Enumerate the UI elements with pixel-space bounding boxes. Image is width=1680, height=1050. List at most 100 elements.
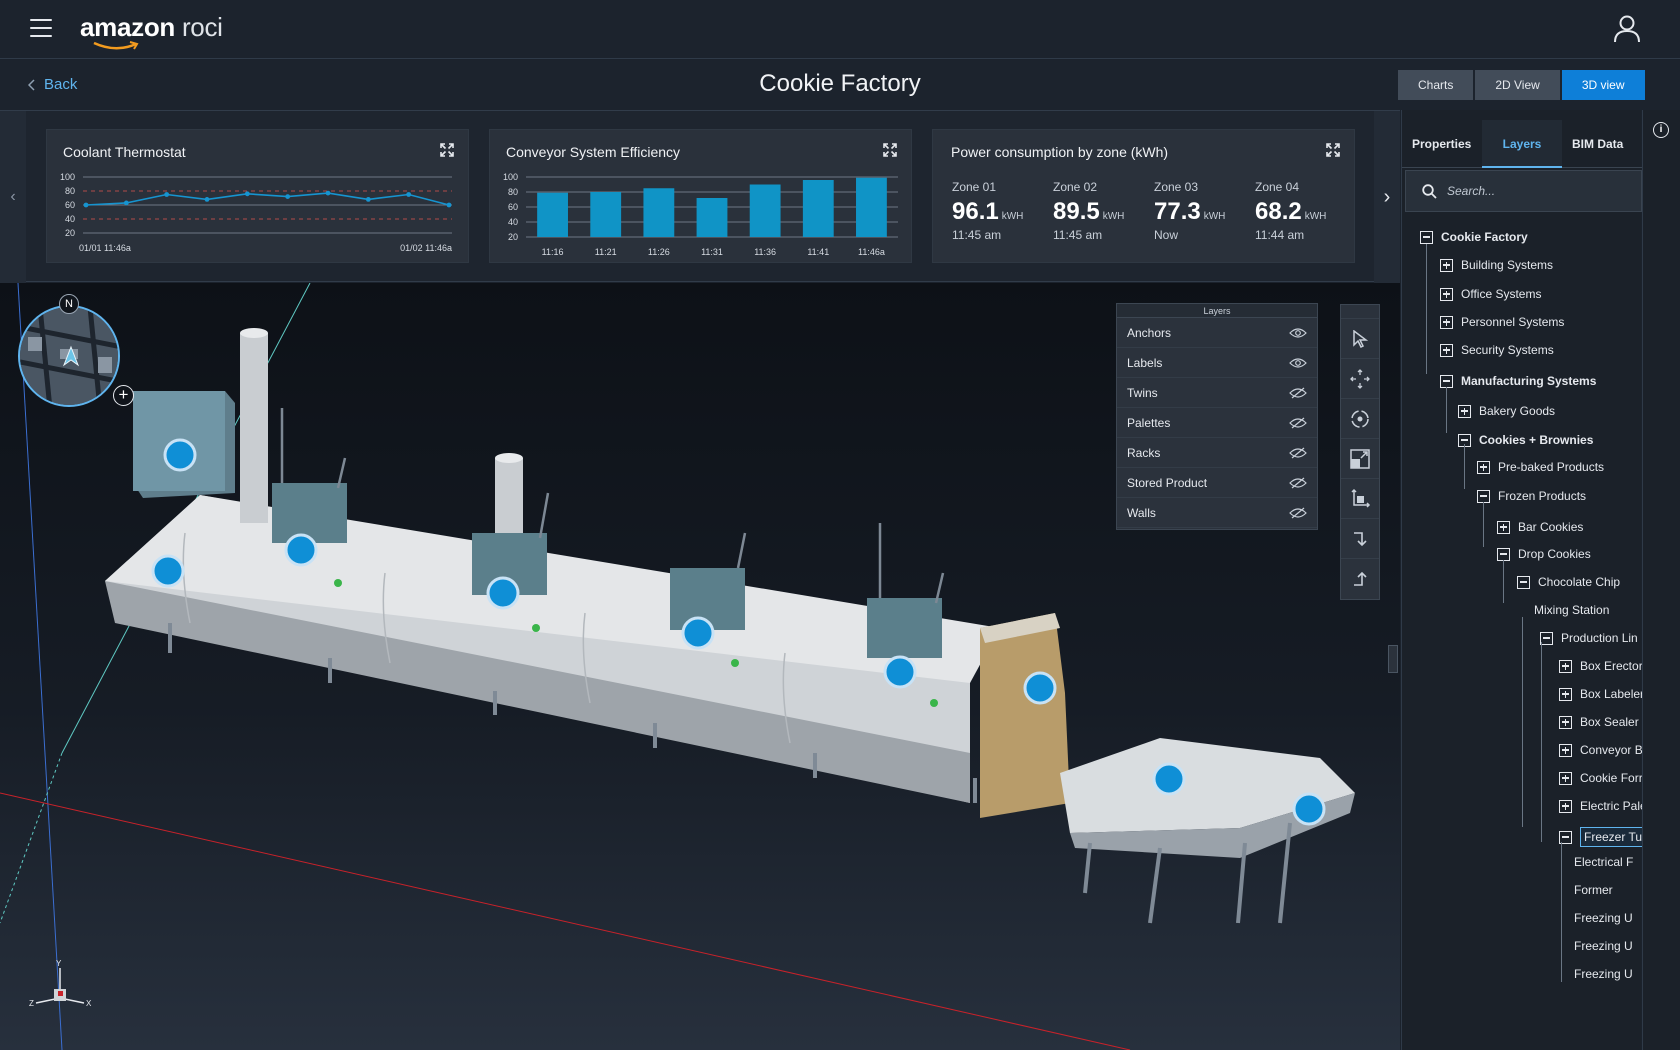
expand-plus-icon[interactable] xyxy=(1559,743,1572,757)
tree-item[interactable]: Conveyor B xyxy=(1559,743,1642,757)
layer-label: Twins xyxy=(1127,385,1158,400)
zoom-in-button[interactable]: + xyxy=(113,385,134,406)
tab-charts[interactable]: Charts xyxy=(1398,70,1474,100)
axis-y-label: Y xyxy=(56,959,62,968)
pan-tool[interactable] xyxy=(1341,359,1379,399)
eye-off-icon[interactable] xyxy=(1289,387,1307,399)
step-down-tool[interactable] xyxy=(1341,519,1379,559)
tab-properties[interactable]: Properties xyxy=(1402,120,1482,168)
step-up-tool[interactable] xyxy=(1341,559,1379,599)
tree-item[interactable]: Box Sealer xyxy=(1559,715,1639,729)
tree-item[interactable]: Bakery Goods xyxy=(1458,404,1555,418)
tree-item[interactable]: Building Systems xyxy=(1440,258,1553,272)
tab-bim-data[interactable]: BIM Data xyxy=(1562,120,1642,168)
tree-item[interactable]: Chocolate Chip xyxy=(1517,575,1620,589)
tree-guide-line xyxy=(1446,387,1447,433)
collapse-minus-icon[interactable] xyxy=(1440,374,1453,388)
tree-item[interactable]: Box Labeler xyxy=(1559,687,1642,701)
collapse-minus-icon[interactable] xyxy=(1497,547,1510,561)
expand-plus-icon[interactable] xyxy=(1559,687,1572,701)
axis-gizmo xyxy=(35,968,85,1004)
panel-resize-handle[interactable] xyxy=(1388,645,1398,673)
x-end-label: 01/02 11:46a xyxy=(400,243,452,253)
tree-item[interactable]: Cookie Factory xyxy=(1420,230,1528,244)
tree-item[interactable]: Freezing U xyxy=(1574,911,1633,925)
tree-item[interactable]: Frozen Products xyxy=(1477,489,1586,503)
layer-row: Palettes xyxy=(1117,408,1317,438)
info-icon[interactable]: i xyxy=(1653,122,1669,138)
tree-item[interactable]: Former xyxy=(1574,883,1613,897)
select-tool[interactable] xyxy=(1341,319,1379,359)
search-input[interactable] xyxy=(1447,184,1627,198)
eye-off-icon[interactable] xyxy=(1289,477,1307,489)
hamburger-menu-icon[interactable] xyxy=(30,19,52,37)
data-point xyxy=(204,197,210,202)
fit-view-tool[interactable] xyxy=(1341,439,1379,479)
tree-item[interactable]: Pre-baked Products xyxy=(1477,460,1604,474)
zone-unit: kWH xyxy=(1001,211,1024,222)
cursor-arrow-icon xyxy=(1353,329,1368,348)
expand-plus-icon[interactable] xyxy=(1497,520,1510,534)
eye-icon[interactable] xyxy=(1289,327,1307,339)
pan-arrows-icon xyxy=(1350,368,1370,389)
minimap[interactable] xyxy=(18,305,120,407)
collapse-minus-icon[interactable] xyxy=(1477,489,1490,503)
tree-item[interactable]: Freezer Tun xyxy=(1559,827,1642,847)
tree-item[interactable]: Personnel Systems xyxy=(1440,315,1564,329)
tab-layers[interactable]: Layers xyxy=(1482,120,1562,168)
expand-plus-icon[interactable] xyxy=(1440,315,1453,329)
expand-plus-icon[interactable] xyxy=(1458,404,1471,418)
tree-item-label: Conveyor B xyxy=(1580,743,1642,757)
expand-plus-icon[interactable] xyxy=(1559,659,1572,673)
eye-icon[interactable] xyxy=(1289,357,1307,369)
expand-plus-icon[interactable] xyxy=(1559,771,1572,785)
expand-plus-icon[interactable] xyxy=(1477,460,1490,474)
zone-value-number: 89.5 xyxy=(1053,198,1100,225)
tree-item[interactable]: Box Erector xyxy=(1559,659,1642,673)
tree-item[interactable]: Office Systems xyxy=(1440,287,1541,301)
y-tick-label: 80 xyxy=(508,187,518,197)
orbit-tool[interactable] xyxy=(1341,399,1379,439)
expand-icon[interactable] xyxy=(1326,143,1340,157)
transform-tool[interactable] xyxy=(1341,479,1379,519)
expand-plus-icon[interactable] xyxy=(1440,258,1453,272)
tree-item[interactable]: Manufacturing Systems xyxy=(1440,374,1596,388)
tree-item[interactable]: Security Systems xyxy=(1440,343,1554,357)
eye-off-icon[interactable] xyxy=(1289,447,1307,459)
expand-plus-icon[interactable] xyxy=(1440,287,1453,301)
tree-item[interactable]: Electric Pale xyxy=(1559,799,1642,813)
tree-item[interactable]: Freezing U xyxy=(1574,939,1633,953)
zone-value-number: 96.1 xyxy=(952,198,999,225)
collapse-minus-icon[interactable] xyxy=(1517,575,1530,589)
expand-plus-icon[interactable] xyxy=(1440,343,1453,357)
tree-item[interactable]: Drop Cookies xyxy=(1497,547,1591,561)
collapse-minus-icon[interactable] xyxy=(1420,230,1433,244)
tree-item[interactable]: Mixing Station xyxy=(1534,603,1609,617)
tree-guide-line xyxy=(1541,642,1542,842)
y-tick-label: 80 xyxy=(65,186,75,196)
zone-name: Zone 01 xyxy=(952,180,997,194)
user-account-icon[interactable] xyxy=(1612,13,1642,43)
tab-2d-view[interactable]: 2D View xyxy=(1475,70,1560,100)
y-tick-label: 100 xyxy=(503,172,518,182)
eye-off-icon[interactable] xyxy=(1289,507,1307,519)
eye-off-icon[interactable] xyxy=(1289,417,1307,429)
expand-plus-icon[interactable] xyxy=(1559,799,1572,813)
tree-item[interactable]: Electrical F xyxy=(1574,855,1633,869)
tree-search xyxy=(1405,170,1642,212)
expand-plus-icon[interactable] xyxy=(1559,715,1572,729)
tree-item[interactable]: Production Lin xyxy=(1540,631,1638,645)
x-tick-label: 11:41 xyxy=(807,247,829,257)
tree-item[interactable]: Bar Cookies xyxy=(1497,520,1583,534)
tree-item[interactable]: Cookie Forr xyxy=(1559,771,1642,785)
data-point xyxy=(244,191,250,197)
strip-next-button[interactable]: › xyxy=(1374,111,1400,283)
right-panel: Properties Layers BIM Data Cookie Factor… xyxy=(1401,110,1642,1050)
logo-brand: amazon xyxy=(80,12,176,42)
tree-item[interactable]: Freezing U xyxy=(1574,967,1633,981)
entity-tree: Cookie Factory Building Systems Office Sys… xyxy=(1402,222,1642,1050)
strip-prev-button[interactable]: ‹ xyxy=(0,111,26,283)
zone-value: 96.1 kWH xyxy=(952,198,1023,226)
tree-item[interactable]: Cookies + Brownies xyxy=(1458,433,1593,447)
tab-3d-view[interactable]: 3D view xyxy=(1561,70,1645,100)
